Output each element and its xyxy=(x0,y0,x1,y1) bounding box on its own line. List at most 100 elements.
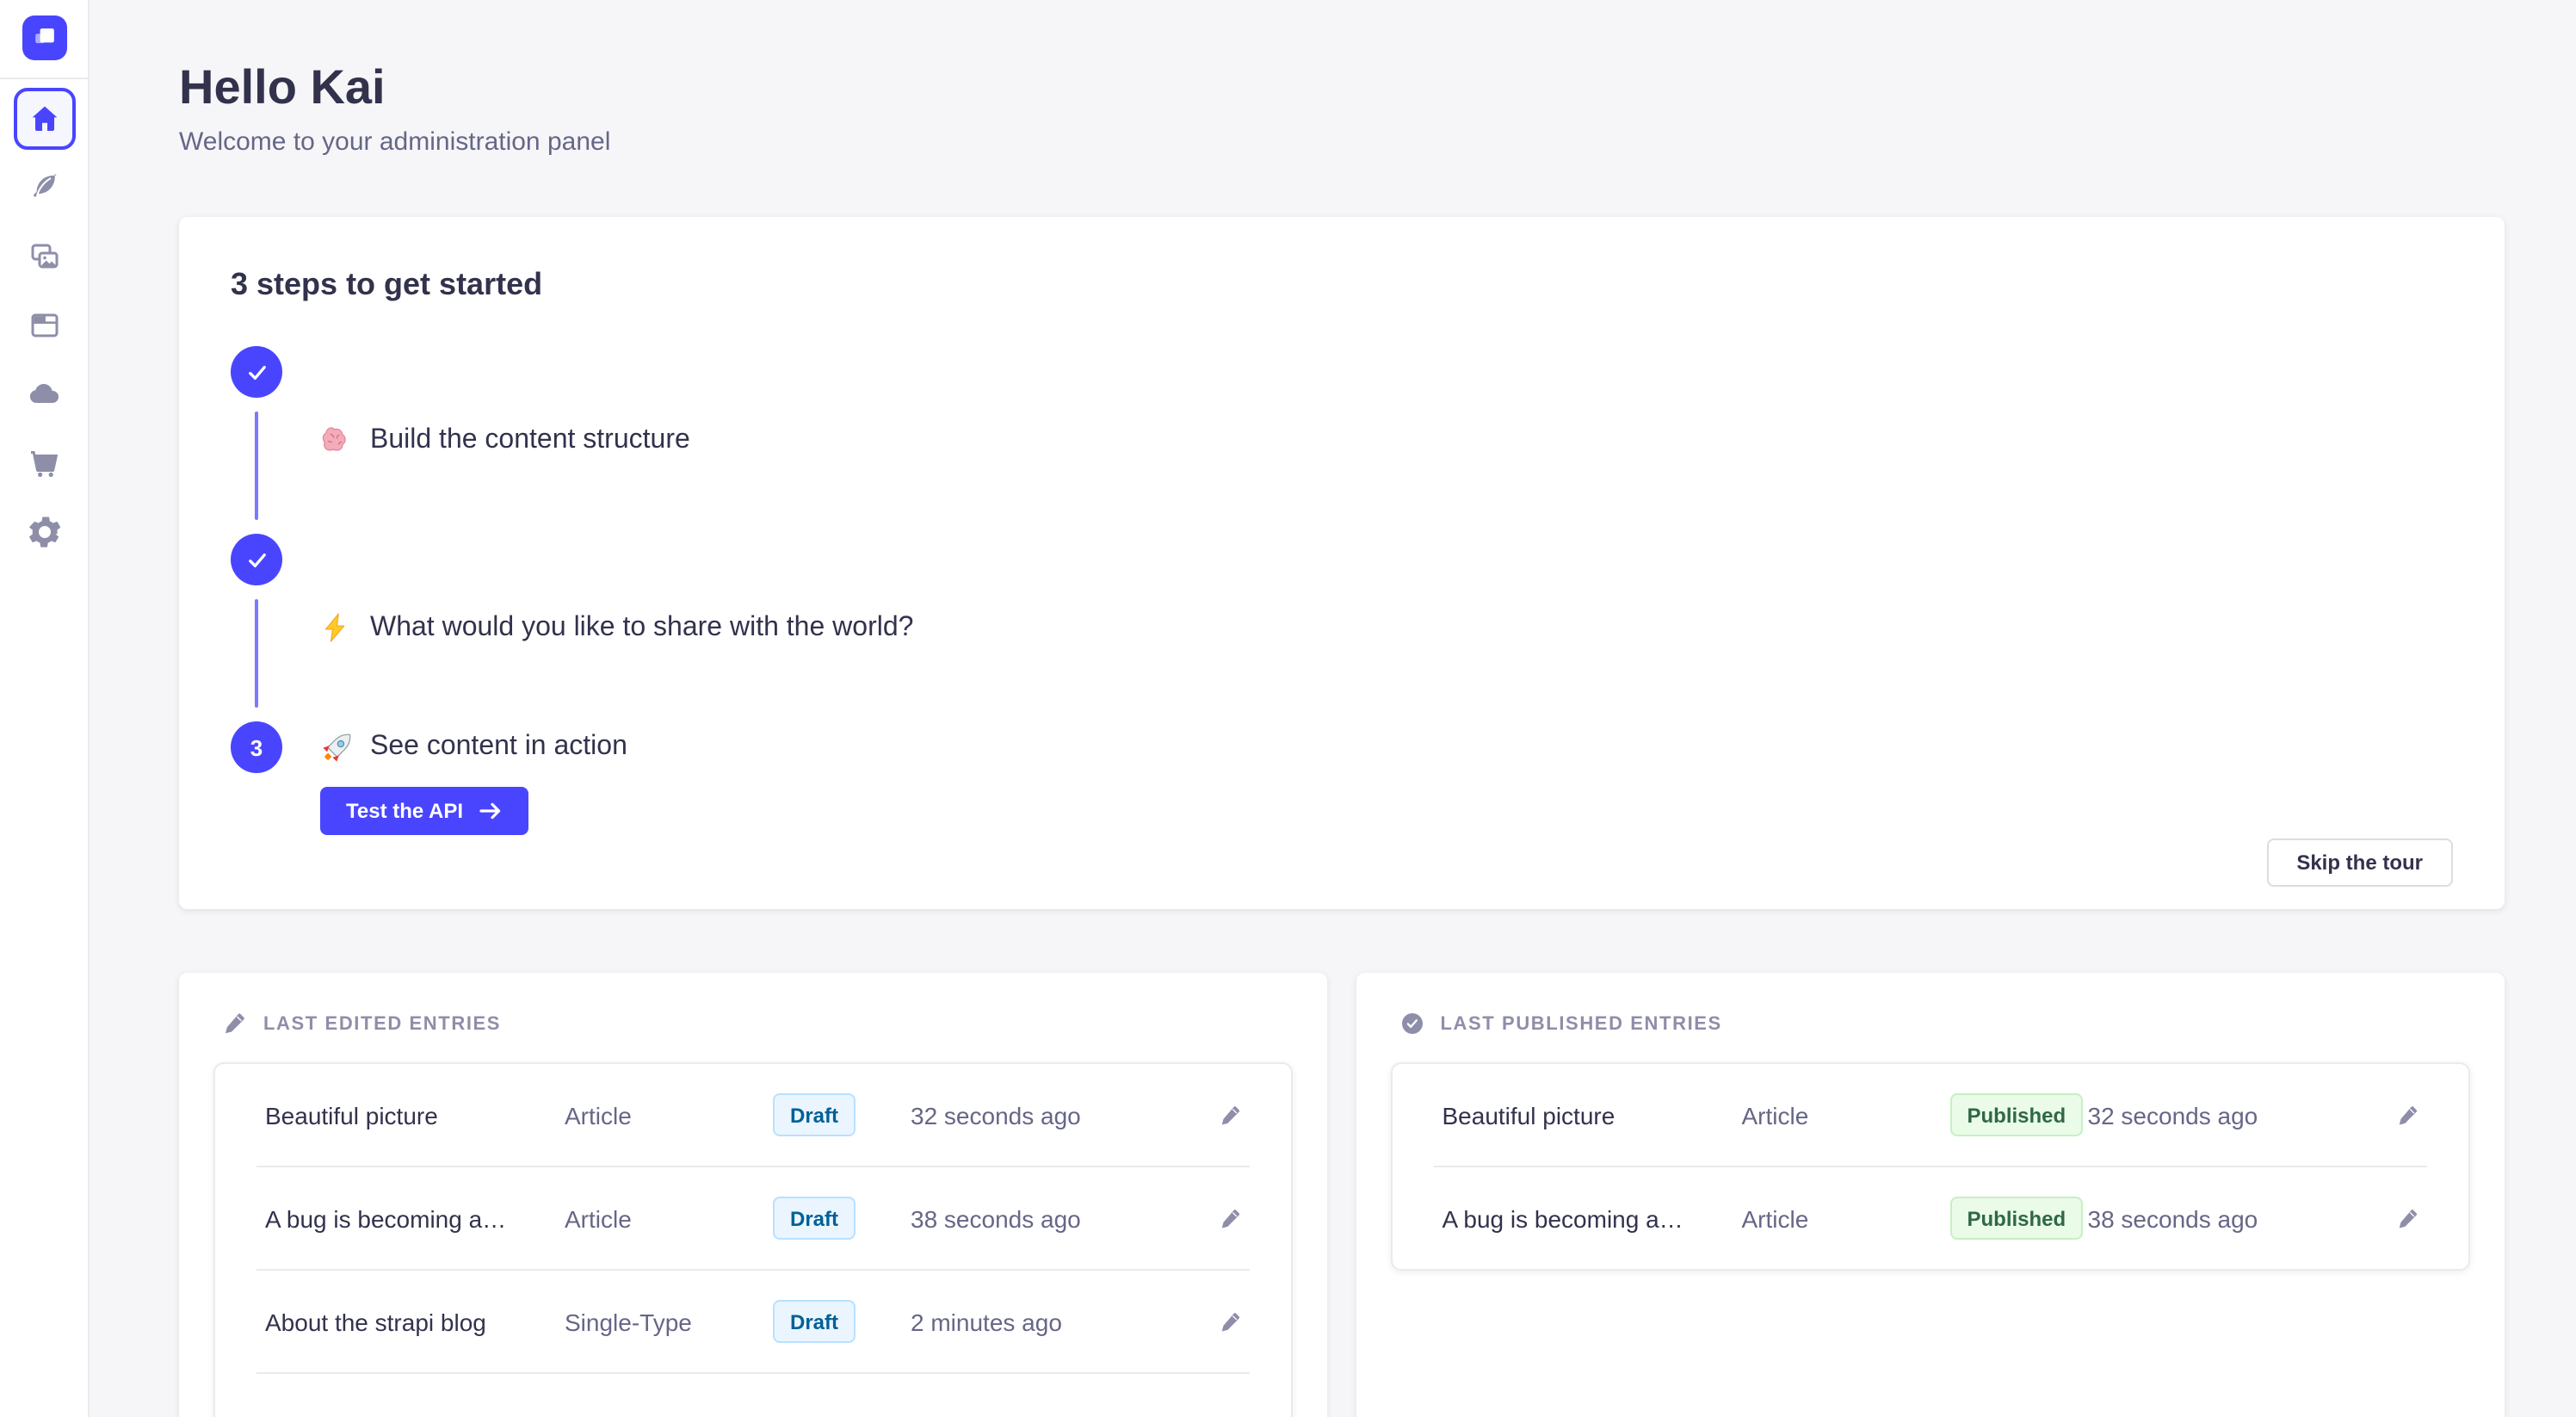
step-1-rail xyxy=(231,346,282,534)
last-published-header: LAST PUBLISHED ENTRIES xyxy=(1399,1011,2470,1036)
content-manager-icon xyxy=(27,308,61,343)
table-row: Beautiful picture Article Published 32 s… xyxy=(1393,1064,2468,1166)
step-3-rail: 3 xyxy=(231,721,282,835)
sidebar-item-cloud[interactable] xyxy=(13,363,75,425)
sidebar-item-marketplace[interactable] xyxy=(13,432,75,494)
entry-type: Article xyxy=(1742,1204,1950,1232)
pencil-icon xyxy=(1219,1309,1243,1333)
sidebar-nav xyxy=(13,88,75,563)
status-badge: Published xyxy=(1950,1093,2084,1136)
page-subtitle: Welcome to your administration panel xyxy=(179,127,2504,158)
step-3-number: 3 xyxy=(250,734,263,760)
home-icon xyxy=(27,102,61,136)
step-2-label: What would you like to share with the wo… xyxy=(370,612,913,643)
status-badge: Draft xyxy=(773,1093,856,1136)
entry-title: A bug is becoming a… xyxy=(256,1204,565,1232)
guided-tour-card: 3 steps to get started xyxy=(179,217,2504,909)
main-navigation-sidebar xyxy=(0,0,90,1417)
entry-title: Beautiful picture xyxy=(256,1101,565,1129)
sidebar-item-settings[interactable] xyxy=(13,501,75,563)
table-row: Beautiful picture Article Draft 32 secon… xyxy=(215,1064,1291,1166)
strapi-logo[interactable] xyxy=(22,15,66,60)
entry-title: A bug is becoming a… xyxy=(1434,1204,1742,1232)
entry-title: Beautiful picture xyxy=(1434,1101,1742,1129)
sidebar-divider xyxy=(0,77,88,79)
table-row: A bug is becoming a… Article Draft 38 se… xyxy=(215,1167,1291,1269)
pencil-icon xyxy=(2395,1103,2419,1127)
media-library-icon xyxy=(27,239,61,274)
page-header: Hello Kai Welcome to your administration… xyxy=(179,62,2504,158)
edit-entry-button[interactable] xyxy=(2388,1199,2426,1237)
status-badge: Draft xyxy=(773,1197,856,1240)
pencil-icon xyxy=(222,1011,248,1036)
entry-time: 32 seconds ago xyxy=(2088,1101,2382,1129)
guided-tour-title: 3 steps to get started xyxy=(231,265,2452,303)
pencil-icon xyxy=(1219,1206,1243,1230)
check-icon xyxy=(245,548,268,571)
step-3-body: See content in action Test the API xyxy=(320,721,627,835)
sidebar-item-media-library[interactable] xyxy=(13,226,75,288)
pencil-icon xyxy=(2395,1206,2419,1230)
edit-entry-button[interactable] xyxy=(1212,1199,1250,1237)
page-title: Hello Kai xyxy=(179,62,2504,114)
entry-time: 32 seconds ago xyxy=(911,1101,1205,1129)
entry-time: 2 minutes ago xyxy=(911,1308,1205,1335)
last-edited-widget: LAST EDITED ENTRIES Beautiful picture Ar… xyxy=(179,973,1327,1417)
table-row: A bug is becoming a… Article Published 3… xyxy=(1393,1167,2468,1269)
step-1-label: Build the content structure xyxy=(370,424,690,455)
step-connector xyxy=(255,599,258,708)
step-3-label: See content in action xyxy=(370,732,627,763)
step-connector xyxy=(255,411,258,520)
entry-type: Article xyxy=(565,1204,773,1232)
step-3-number-circle: 3 xyxy=(231,721,282,773)
edit-entry-button[interactable] xyxy=(1212,1303,1250,1340)
sidebar-item-content-type-builder[interactable] xyxy=(13,157,75,219)
step-2-rail xyxy=(231,534,282,721)
last-edited-list: Beautiful picture Article Draft 32 secon… xyxy=(213,1062,1293,1417)
widgets-grid: LAST EDITED ENTRIES Beautiful picture Ar… xyxy=(179,973,2504,1417)
entry-time: 38 seconds ago xyxy=(911,1204,1205,1232)
gear-icon xyxy=(27,515,61,549)
strapi-admin-homepage: Hello Kai Welcome to your administration… xyxy=(0,0,2576,1417)
rocket-emoji-icon xyxy=(320,731,353,764)
step-2-label-row: What would you like to share with the wo… xyxy=(320,534,913,721)
feather-icon xyxy=(27,170,61,205)
status-badge: Draft xyxy=(773,1300,856,1343)
edit-entry-button[interactable] xyxy=(2388,1096,2426,1134)
row-divider xyxy=(256,1372,1250,1374)
arrow-right-icon xyxy=(479,799,503,823)
check-icon xyxy=(245,361,268,383)
tour-step-1: Build the content structure xyxy=(231,346,2452,534)
entry-time: 38 seconds ago xyxy=(2088,1204,2382,1232)
skip-tour-row: Skip the tour xyxy=(231,838,2452,887)
cloud-icon xyxy=(27,377,61,411)
last-published-widget: LAST PUBLISHED ENTRIES Beautiful picture… xyxy=(1356,973,2505,1417)
status-badge: Published xyxy=(1950,1197,2084,1240)
main-content: Hello Kai Welcome to your administration… xyxy=(90,0,2576,1417)
shopping-cart-icon xyxy=(27,446,61,480)
tour-step-3: 3 See c xyxy=(231,721,2452,835)
test-the-api-button[interactable]: Test the API xyxy=(320,787,528,835)
step-2-done-circle xyxy=(231,534,282,585)
step-3-cta-row: Test the API xyxy=(320,787,627,835)
table-row: About the strapi blog Single-Type Draft … xyxy=(215,1271,1291,1372)
brain-emoji-icon xyxy=(320,424,353,456)
check-circle-icon xyxy=(1399,1011,1425,1036)
step-1-label-row: Build the content structure xyxy=(320,346,690,534)
skip-tour-button[interactable]: Skip the tour xyxy=(2267,838,2452,887)
last-published-title: LAST PUBLISHED ENTRIES xyxy=(1441,1013,1722,1034)
pencil-icon xyxy=(1219,1103,1243,1127)
sidebar-item-home[interactable] xyxy=(13,88,75,150)
edit-entry-button[interactable] xyxy=(1212,1096,1250,1134)
last-edited-title: LAST EDITED ENTRIES xyxy=(263,1013,501,1034)
test-the-api-label: Test the API xyxy=(346,799,463,823)
lightning-emoji-icon xyxy=(320,611,353,644)
step-3-label-row: See content in action xyxy=(320,721,627,773)
entry-type: Article xyxy=(565,1101,773,1129)
entry-title: About the strapi blog xyxy=(256,1308,565,1335)
sidebar-item-content-manager[interactable] xyxy=(13,294,75,356)
strapi-logo-icon xyxy=(22,15,66,60)
tour-step-2: What would you like to share with the wo… xyxy=(231,534,2452,721)
entry-type: Article xyxy=(1742,1101,1950,1129)
last-edited-header: LAST EDITED ENTRIES xyxy=(222,1011,1293,1036)
